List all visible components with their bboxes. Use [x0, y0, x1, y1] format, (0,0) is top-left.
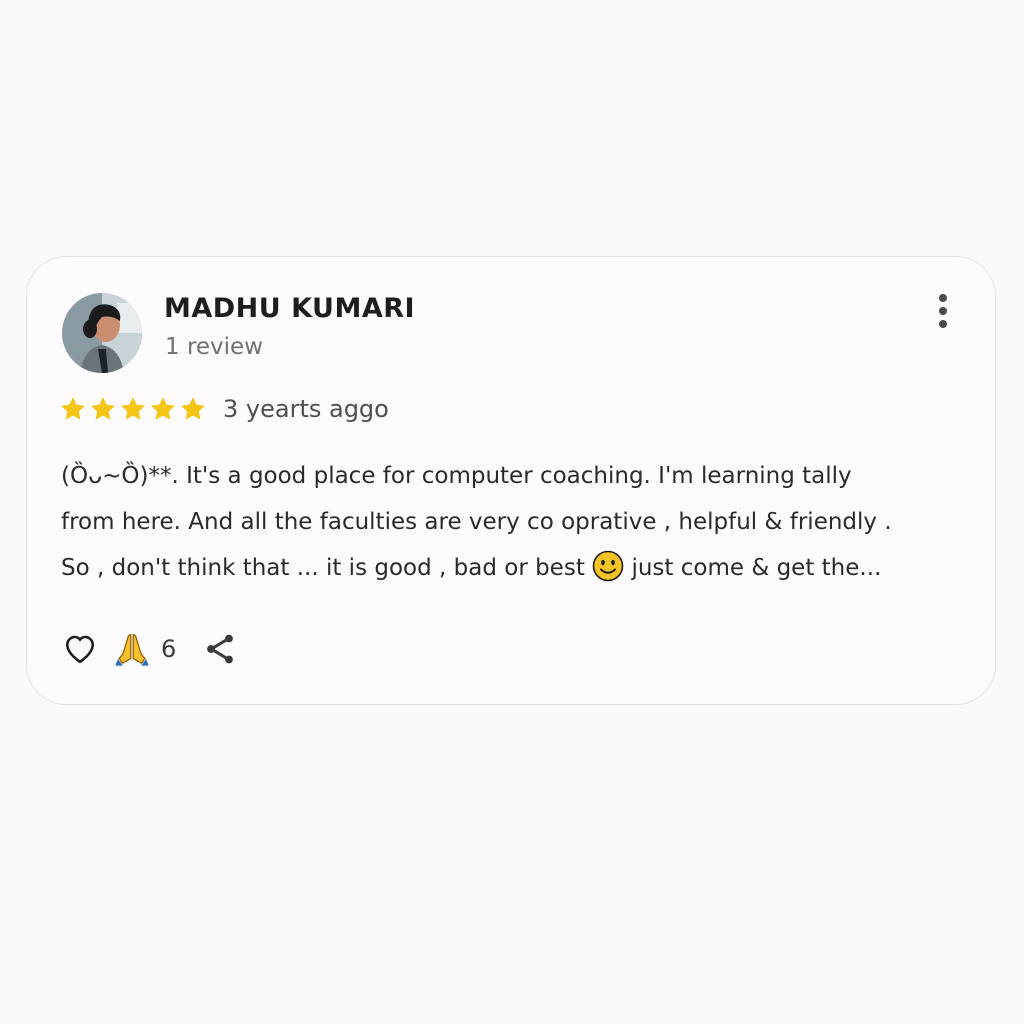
heart-icon[interactable]: [61, 631, 99, 667]
author-review-count[interactable]: 1 review: [165, 334, 263, 360]
star-icon: [181, 397, 205, 420]
reaction-count: 6: [161, 635, 177, 663]
review-card: MADHU KUMARI 1 review 3 yearts aggo (Ȍᴗ~…: [26, 256, 996, 705]
star-icon: [151, 397, 175, 420]
review-text-line: from here. And all the faculties are ver…: [61, 509, 892, 535]
review-time-ago: 3 yearts aggo: [223, 395, 389, 423]
star-rating: [59, 395, 207, 423]
share-icon[interactable]: [202, 631, 238, 667]
review-text-line: (Ȍᴗ~Ȍ)**. It's a good place for computer…: [61, 463, 852, 489]
star-icon: [121, 397, 145, 420]
star-icon: [61, 397, 85, 420]
more-options-icon[interactable]: [931, 291, 955, 331]
folded-hands-emoji-icon[interactable]: [113, 630, 151, 668]
review-text-segment: just come & get the...: [624, 555, 882, 581]
author-name[interactable]: MADHU KUMARI: [164, 293, 415, 324]
review-text-segment: So , don't think that ... it is good , b…: [61, 555, 585, 581]
author-avatar[interactable]: [62, 293, 142, 373]
smiley-emoji-icon: [592, 550, 624, 598]
review-text[interactable]: (Ȍᴗ~Ȍ)**. It's a good place for computer…: [61, 453, 961, 598]
review-text-line: So , don't think that ... it is good , b…: [61, 545, 961, 598]
review-actions: 6: [61, 629, 238, 669]
star-icon: [91, 397, 115, 420]
